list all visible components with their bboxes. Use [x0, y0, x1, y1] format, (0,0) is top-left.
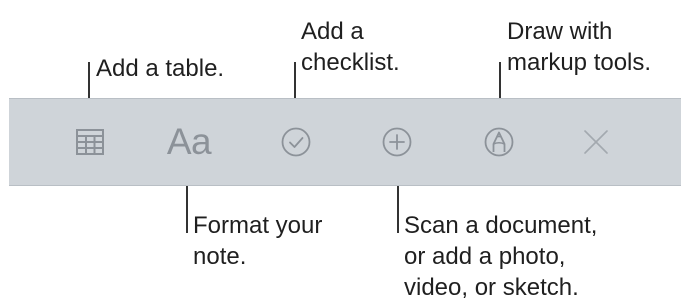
callout-draw-markup: Draw with markup tools.	[507, 18, 652, 76]
markup-icon	[483, 126, 515, 158]
format-icon: Aa	[166, 121, 212, 162]
checklist-button[interactable]	[261, 99, 331, 185]
format-button[interactable]: Aa	[154, 99, 224, 185]
add-icon	[381, 126, 413, 158]
table-button[interactable]	[55, 99, 125, 185]
close-button[interactable]	[561, 99, 631, 185]
close-icon	[581, 127, 611, 157]
callout-add-table: Add a table.	[96, 55, 225, 82]
callout-add-checklist: Add a checklist.	[301, 18, 400, 76]
table-icon	[75, 128, 105, 156]
checklist-icon	[280, 126, 312, 158]
add-button[interactable]	[362, 99, 432, 185]
notes-toolbar: Aa	[9, 98, 681, 186]
callout-scan-document: Scan a document, or add a photo, video, …	[404, 212, 598, 301]
markup-button[interactable]	[464, 99, 534, 185]
callout-format-note: Format your note.	[193, 212, 323, 270]
